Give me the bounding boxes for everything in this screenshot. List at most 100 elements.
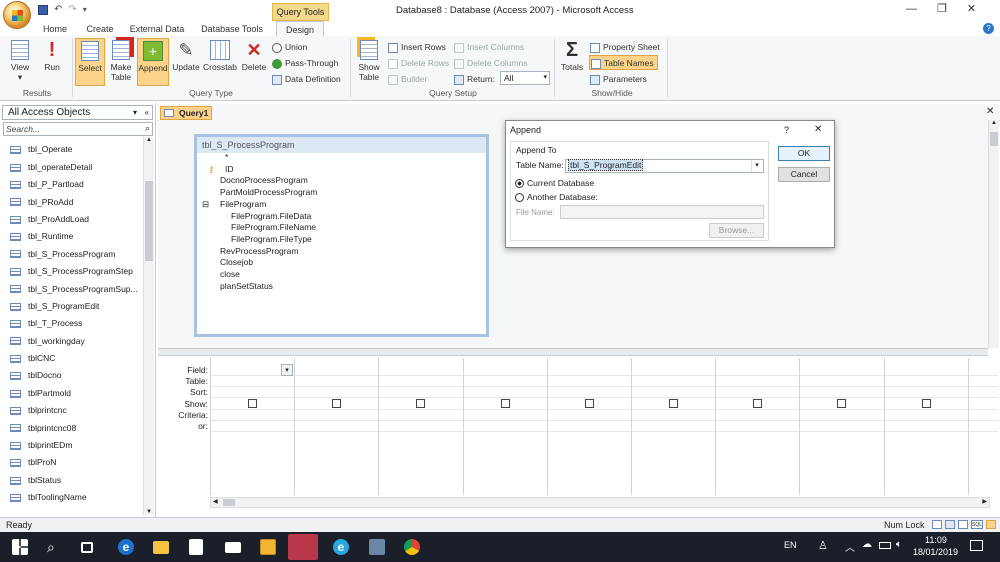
tab-home[interactable]: Home [35,21,75,37]
select-query-button[interactable]: Select [75,38,105,86]
scroll-right-icon[interactable]: ▶ [982,498,987,505]
battery-icon[interactable] [879,542,891,549]
internet-explorer-icon[interactable]: e [333,539,349,555]
grid-column-cell[interactable] [379,360,461,490]
grid-hscroll[interactable]: ◀ ▶ [210,497,990,508]
show-checkbox[interactable] [669,399,678,408]
field-list-item[interactable]: DocnoProcessProgram [220,175,308,185]
crosstab-query-button[interactable]: Crosstab [203,38,237,86]
delete-query-button[interactable]: ✕ Delete [239,38,269,86]
field-list-item[interactable]: * [225,152,228,162]
tab-design[interactable]: Design [276,21,324,37]
field-dropdown[interactable]: ▾ [281,364,293,376]
field-list-title[interactable]: tbl_S_ProcessProgram [197,137,486,153]
show-checkbox[interactable] [500,399,510,408]
sql-view-icon[interactable]: SQL [971,520,983,529]
totals-button[interactable]: Σ Totals [558,38,586,86]
design-view-icon[interactable] [986,520,996,529]
builder-button[interactable]: Builder [388,72,427,86]
run-button[interactable]: ! Run [38,38,66,86]
nav-table-item[interactable]: tbl_S_ProcessProgram [0,246,143,263]
tab-external-data[interactable]: External Data [126,21,188,37]
pane-splitter[interactable] [158,348,988,356]
nav-table-item[interactable]: tbl_Operate [0,141,143,158]
people-icon[interactable]: ♙ [818,539,828,552]
install-icon[interactable] [369,539,385,555]
show-hidden-icons-chevron-icon[interactable]: ︿ [845,539,855,554]
show-checkbox[interactable] [837,399,847,408]
undo-icon[interactable]: ↶ [54,4,62,15]
view-button[interactable]: View ▾ [4,38,36,86]
nav-table-item[interactable]: tbl_P_Partload [0,176,143,193]
property-sheet-button[interactable]: Property Sheet [590,40,660,54]
scroll-thumb[interactable] [145,181,153,261]
grid-column-cell[interactable] [548,360,630,490]
nav-table-item[interactable]: tbl_T_Process [0,315,143,332]
append-query-button[interactable]: + Append [137,38,169,86]
minimize-icon[interactable]: — [906,3,917,15]
make-table-button[interactable]: Make Table [107,38,135,86]
nav-table-item[interactable]: tbl_ProAddLoad [0,211,143,228]
delete-columns-button[interactable]: Delete Columns [454,56,527,70]
action-center-icon[interactable] [970,540,983,551]
nav-menu-chevron-icon[interactable]: ▾ [133,106,137,119]
nav-table-item[interactable]: tblPartmold [0,385,143,402]
show-table-button[interactable]: Show Table [354,38,384,86]
grid-column-cell[interactable] [295,360,377,490]
ok-button[interactable]: OK [778,146,830,161]
another-database-radio[interactable]: Another Database: [515,192,598,202]
nav-table-item[interactable]: tblprintcnc08 [0,420,143,437]
nav-table-item[interactable]: tblStatus [0,472,143,489]
field-list-item[interactable]: RevProcessProgram [220,246,298,256]
insert-rows-button[interactable]: Insert Rows [388,40,446,54]
language-indicator[interactable]: EN [784,540,797,550]
tab-create[interactable]: Create [80,21,120,37]
nav-table-item[interactable]: tbl_S_ProcessProgramStep [0,263,143,280]
customize-qat-icon[interactable]: ▾ [83,5,87,14]
insert-columns-button[interactable]: Insert Columns [454,40,524,54]
nav-table-item[interactable]: tblToolingName [0,489,143,506]
mail-icon[interactable] [225,542,241,553]
data-definition-button[interactable]: Data Definition [272,72,341,86]
nav-table-item[interactable]: tblCNC [0,350,143,367]
field-list-item[interactable]: planSetStatus [220,281,273,291]
show-checkbox[interactable] [416,399,426,408]
nav-table-item[interactable]: tblProN [0,454,143,471]
network-icon[interactable]: ☁ [862,539,872,550]
collapse-icon[interactable]: ⊟ [202,199,209,210]
search-icon[interactable]: ⌕ [145,123,150,134]
show-checkbox[interactable] [248,399,257,408]
clock-date[interactable]: 18/01/2019 [913,547,958,557]
outlook-icon[interactable] [260,539,276,555]
primary-key-field[interactable]: ID [225,164,234,174]
redo-icon[interactable]: ↷ [68,4,76,15]
tab-query1[interactable]: Query1 [160,106,212,120]
nav-table-item[interactable]: tbl_workingday [0,333,143,350]
field-list-item[interactable]: close [220,269,240,279]
shutter-bar-icon[interactable]: « [145,106,149,119]
close-query-icon[interactable]: ✕ [986,106,994,117]
nav-table-item[interactable]: tblDocno [0,367,143,384]
help-icon[interactable]: ? [983,23,994,34]
nav-table-item[interactable]: tbl_S_ProcessProgramSup... [0,281,143,298]
show-checkbox[interactable] [753,399,763,408]
scroll-down-icon[interactable]: ▼ [144,509,154,515]
union-button[interactable]: Union [272,40,307,54]
scroll-thumb[interactable] [990,132,998,146]
dialog-close-icon[interactable]: ✕ [814,121,822,139]
grid-column-cell[interactable] [632,360,714,490]
grid-column-cell[interactable] [464,360,546,490]
file-explorer-icon[interactable] [153,541,169,554]
restore-icon[interactable]: ❐ [937,2,947,15]
access-taskbar-icon[interactable] [288,534,318,560]
grid-column-cell[interactable] [716,360,798,490]
field-list-item[interactable]: Closejob [220,257,253,267]
cancel-button[interactable]: Cancel [778,167,830,182]
scroll-up-icon[interactable]: ▲ [144,137,154,143]
office-button[interactable] [3,1,31,29]
file-name-input[interactable] [560,205,764,219]
nav-pane-header[interactable]: All Access Objects ▾ « [2,105,153,120]
close-window-icon[interactable]: ✕ [967,2,976,15]
field-list-item[interactable]: FileProgram [220,199,266,209]
nav-table-item[interactable]: tbl_S_ProgramEdit [0,298,143,315]
